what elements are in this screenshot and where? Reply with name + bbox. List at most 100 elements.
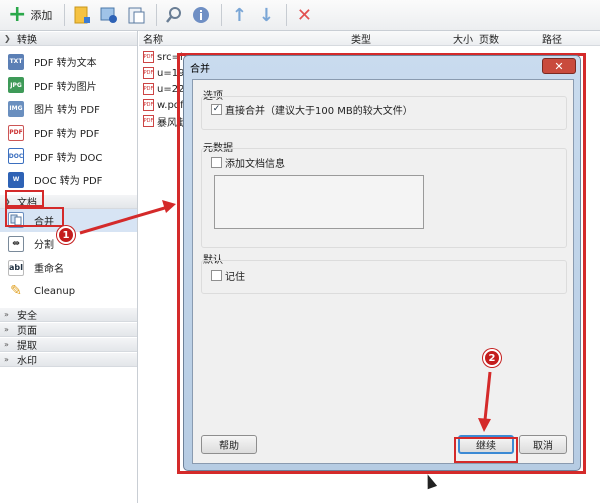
chevron-right-icon: » [4,339,9,349]
sidebar-item-pdf-to-text[interactable]: TXT PDF 转为文本 [0,50,137,74]
close-icon: ✕ [554,59,564,73]
word-icon: W [8,171,24,188]
remember-checkbox[interactable] [211,270,222,281]
merge-dialog: 合并 ✕ 选项 ✓ 直接合并（建议大于100 MB的较大文件） 元数据 添加文档… [183,55,581,471]
column-path[interactable]: 路径 [542,31,562,46]
sidebar-item-label: PDF 转为 PDF [34,129,100,141]
toolbar-separator [221,4,223,26]
section-extract[interactable]: » 提取 [0,336,137,352]
sidebar-item-label: PDF 转为图片 [34,81,97,93]
add-doc-info-checkbox[interactable] [211,157,222,168]
cancel-button[interactable]: 取消 [519,435,567,454]
pdf-icon: PDF [8,124,24,141]
pdf-file-icon: PDF [143,115,154,127]
pdf-file-icon: PDF [143,51,154,63]
remember-option[interactable]: 记住 [211,268,245,283]
sidebar-item-label: PDF 转为 DOC [34,152,103,164]
document-section-highlight [5,190,44,207]
image-add-button[interactable] [97,3,121,27]
delete-button[interactable]: ✕ [292,3,316,27]
sidebar-item-label: 图片 转为 PDF [34,105,100,117]
cancel-button-label: 取消 [533,441,553,452]
pdf-file-icon: PDF [143,83,154,95]
arrow-down-icon: ↓ [258,4,274,26]
sidebar-item-label: PDF 转为文本 [34,58,97,70]
section-label: 页面 [17,325,37,337]
delete-icon: ✕ [296,4,312,26]
direct-merge-checkbox[interactable]: ✓ [211,104,222,115]
jpg-icon: JPG [8,77,24,94]
chevron-right-icon: » [4,354,9,364]
section-pages[interactable]: » 页面 [0,321,137,337]
folder-add-button[interactable] [70,3,94,27]
column-size[interactable]: 大小 [453,31,473,46]
clipboard-button[interactable] [124,3,148,27]
split-icon: ⇹ [8,235,24,252]
sidebar-item-rename[interactable]: abI 重命名 [0,256,137,280]
list-header: 名称 类型 大小 页数 路径 [139,31,600,46]
info-icon [193,7,210,23]
column-name[interactable]: 名称 [143,31,163,46]
direct-merge-label: 直接合并（建议大于100 MB的较大文件） [225,106,413,117]
txt-icon: TXT [8,53,24,70]
direct-merge-option[interactable]: ✓ 直接合并（建议大于100 MB的较大文件） [211,102,413,117]
sidebar-item-pdf-to-doc[interactable]: DOC PDF 转为 DOC [0,144,137,168]
sidebar-item-cleanup[interactable]: ✎ Cleanup [0,279,137,303]
image-icon: IMG [8,100,24,117]
sidebar-item-image-to-pdf[interactable]: IMG 图片 转为 PDF [0,97,137,121]
merge-item-highlight [5,207,64,227]
add-button[interactable]: + 添加 [4,3,56,27]
section-label: 转换 [17,35,37,46]
pdf-file-icon: PDF [143,67,154,79]
doc-icon: DOC [8,148,24,165]
sidebar-item-label: Cleanup [34,285,76,297]
chevron-down-icon: ❯ [4,34,11,43]
help-button-label: 帮助 [219,441,239,452]
callout-2: 2 [483,349,501,367]
section-watermark[interactable]: » 水印 [0,351,137,367]
section-label: 水印 [17,355,37,367]
sidebar-item-pdf-to-pdf[interactable]: PDF PDF 转为 PDF [0,121,137,145]
search-button[interactable] [162,3,186,27]
callout-1: 1 [57,226,75,244]
section-label: 安全 [17,310,37,322]
rename-icon: abI [8,259,24,276]
broom-icon: ✎ [10,283,22,300]
toolbar-separator [156,4,158,26]
metadata-textarea[interactable] [214,175,424,229]
add-label: 添加 [30,9,53,22]
image-add-icon [100,7,118,23]
move-down-button[interactable]: ↓ [254,3,278,27]
sidebar-item-pdf-to-image[interactable]: JPG PDF 转为图片 [0,74,137,98]
toolbar: + 添加 ↑ ↓ ✕ [0,0,600,31]
add-doc-info-label: 添加文档信息 [225,159,285,170]
plus-icon: + [8,2,27,27]
section-convert[interactable]: ❯ 转换 [0,31,137,46]
chevron-right-icon: » [4,309,9,319]
sidebar-item-label: DOC 转为 PDF [34,176,103,188]
close-button[interactable]: ✕ [542,58,576,74]
search-icon [166,7,182,23]
pdf-file-icon: PDF [143,99,154,111]
column-pages[interactable]: 页数 [479,31,499,46]
folder-add-icon [74,6,91,24]
clipboard-icon [128,7,145,24]
sidebar-item-doc-to-pdf[interactable]: W DOC 转为 PDF [0,168,137,192]
dialog-title: 合并 [190,64,210,75]
sidebar-item-label: 重命名 [34,264,64,276]
continue-button-highlight [454,437,518,463]
remember-label: 记住 [225,272,245,283]
arrow-up-icon: ↑ [231,4,247,26]
column-type[interactable]: 类型 [351,31,371,46]
section-security[interactable]: » 安全 [0,306,137,322]
dialog-body: 选项 ✓ 直接合并（建议大于100 MB的较大文件） 元数据 添加文档信息 默认… [192,79,574,464]
toolbar-separator [64,4,66,26]
move-up-button[interactable]: ↑ [227,3,251,27]
info-button[interactable] [189,3,213,27]
sidebar: ❯ 转换 TXT PDF 转为文本 JPG PDF 转为图片 IMG 图片 转为… [0,31,138,503]
add-doc-info-option[interactable]: 添加文档信息 [211,155,285,170]
sidebar-item-label: 分割 [34,240,54,252]
toolbar-separator [286,4,288,26]
default-group [201,260,567,294]
help-button[interactable]: 帮助 [201,435,257,454]
